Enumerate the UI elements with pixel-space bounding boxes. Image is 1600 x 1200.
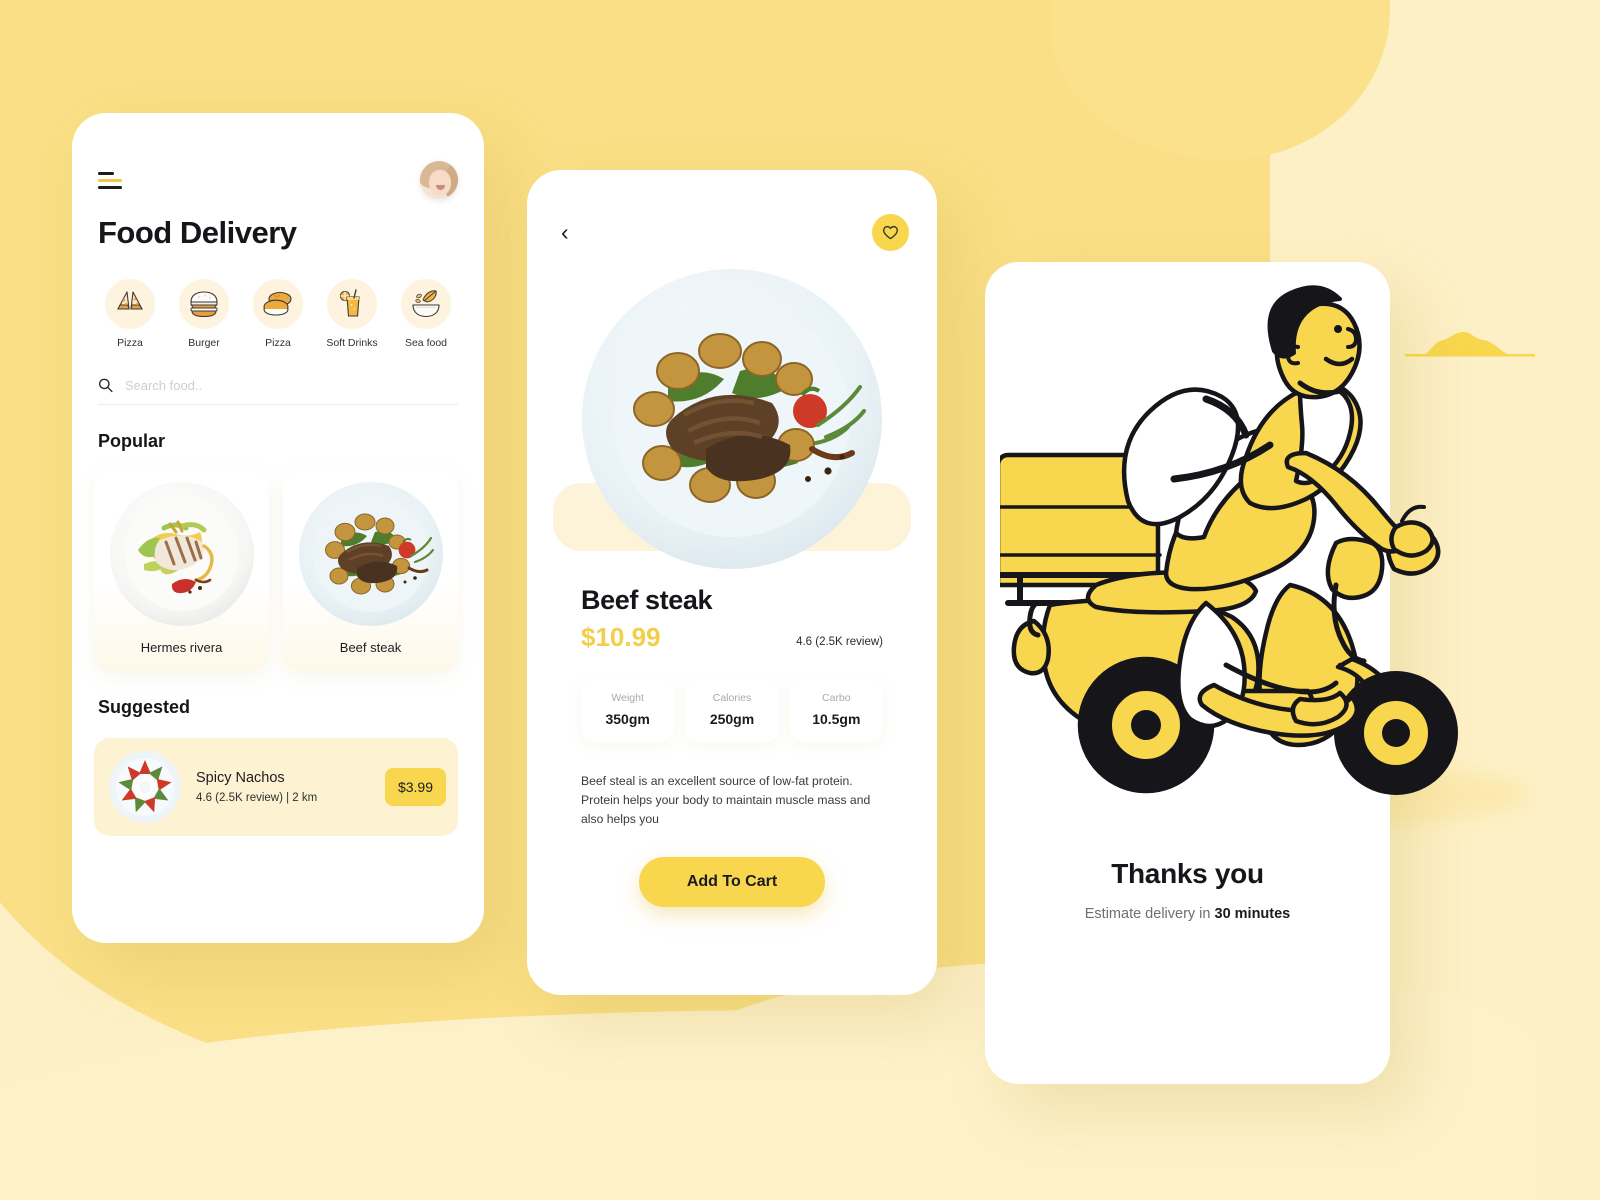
popular-card-0[interactable]: Hermes rivera: [94, 470, 269, 671]
nutrition-value: 250gm: [709, 711, 755, 727]
nutrition-value: 10.5gm: [812, 711, 861, 727]
category-list: Pizza Burger Pizza Soft Drinks Sea food: [72, 251, 484, 349]
seafood-bowl-icon: [401, 279, 451, 329]
suggested-list-item[interactable]: Spicy Nachos 4.6 (2.5K review) | 2 km $3…: [94, 738, 458, 836]
nutrition-card-calories: Calories 250gm: [685, 679, 779, 742]
home-header: [72, 113, 484, 199]
burger-icon: [179, 279, 229, 329]
category-item-pizza[interactable]: Pizza: [96, 279, 164, 349]
popular-card-label: Beef steak: [339, 640, 402, 655]
search-input[interactable]: [124, 377, 458, 393]
pizza-slice-icon: [105, 279, 155, 329]
bread-bun-icon: [253, 279, 303, 329]
estimate-delivery-text: Estimate delivery in 30 minutes: [985, 906, 1390, 922]
page-title: Food Delivery: [98, 215, 297, 250]
detail-body: Beef steak $10.99 4.6 (2.5K review) Weig…: [527, 551, 937, 907]
detail-price-row: $10.99 4.6 (2.5K review): [581, 622, 883, 653]
category-label: Sea food: [404, 337, 448, 349]
food-image-hermes-rivera: [108, 480, 256, 628]
heart-icon[interactable]: [872, 214, 909, 251]
detail-price: $10.99: [581, 622, 661, 652]
detail-hero: [527, 251, 937, 569]
popular-card-label: Hermes rivera: [140, 640, 223, 655]
category-label: Soft Drinks: [326, 337, 378, 349]
suggested-item-price[interactable]: $3.99: [384, 768, 446, 806]
nutrition-value: 350gm: [605, 711, 650, 727]
popular-card-1[interactable]: Beef steak: [283, 470, 458, 671]
add-to-cart-button[interactable]: Add To Cart: [639, 856, 825, 907]
detail-rating: 4.6 (2.5K review): [796, 636, 883, 648]
search-bar[interactable]: [98, 377, 458, 405]
hamburger-icon[interactable]: [98, 171, 124, 189]
estimate-time: 30 minutes: [1214, 906, 1291, 922]
detail-screen-phone: ‹ Beef steak $10.99 4.6 (2.5K review) We…: [527, 170, 937, 995]
estimate-prefix: Estimate delivery in: [1084, 906, 1215, 922]
category-item-sea-food[interactable]: Sea food: [392, 279, 460, 349]
detail-description: Beef steal is an excellent source of low…: [581, 774, 871, 826]
category-item-burger[interactable]: Burger: [170, 279, 238, 349]
nutrition-card-carbo: Carbo 10.5gm: [789, 679, 883, 742]
suggested-heading: Suggested: [98, 697, 191, 717]
hill-silhouette-icon: [1405, 332, 1535, 357]
confirmation-screen-phone: Thanks you Estimate delivery in 30 minut…: [985, 262, 1390, 1084]
detail-food-image: [580, 267, 884, 571]
category-item-bread[interactable]: Pizza: [244, 279, 312, 349]
nutrition-card-weight: Weight 350gm: [581, 679, 675, 742]
popular-list: Hermes rivera Beef steak: [72, 452, 484, 671]
detail-food-name: Beef steak: [581, 585, 713, 615]
suggested-item-meta: 4.6 (2.5K review) | 2 km: [196, 792, 318, 804]
category-label: Pizza: [117, 337, 143, 349]
popular-heading: Popular: [98, 431, 166, 451]
avatar[interactable]: [420, 161, 458, 199]
juice-glass-icon: [327, 279, 377, 329]
category-item-soft-drinks[interactable]: Soft Drinks: [318, 279, 386, 349]
category-label: Burger: [188, 337, 220, 349]
chevron-left-icon[interactable]: ‹: [555, 219, 575, 246]
confirmation-text: Thanks you Estimate delivery in 30 minut…: [985, 858, 1390, 922]
nutrition-label: Calories: [712, 692, 752, 704]
food-image-beef-steak: [297, 480, 445, 628]
category-label: Pizza: [265, 337, 291, 349]
suggested-item-name: Spicy Nachos: [196, 770, 285, 786]
food-image-spicy-nachos: [108, 750, 182, 824]
nutrition-label: Carbo: [822, 692, 851, 704]
suggested-item-info: Spicy Nachos 4.6 (2.5K review) | 2 km: [196, 770, 371, 804]
search-icon: [98, 378, 113, 393]
nutrition-label: Weight: [611, 692, 644, 704]
home-screen-phone: Food Delivery Pizza Burger Pizza Soft Dr…: [72, 113, 484, 943]
nutrition-list: Weight 350gm Calories 250gm Carbo 10.5gm: [581, 679, 883, 742]
detail-header: ‹: [527, 170, 937, 251]
thanks-title: Thanks you: [1111, 858, 1264, 889]
